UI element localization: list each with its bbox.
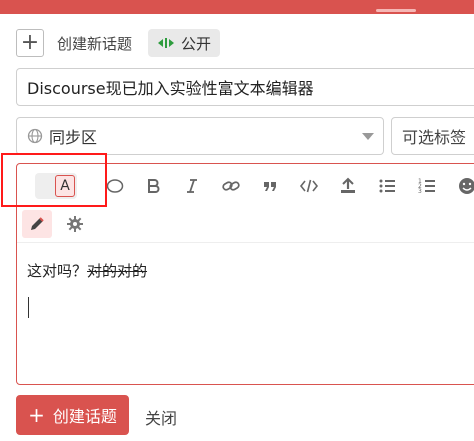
gear-icon[interactable] xyxy=(61,210,89,238)
tags-placeholder: 可选标签 xyxy=(402,128,467,147)
create-topic-button[interactable]: + 创建话题 xyxy=(16,395,129,435)
tags-selector[interactable]: 可选标签 xyxy=(391,117,474,155)
public-eye-icon xyxy=(158,38,175,48)
text-cursor xyxy=(28,297,29,318)
strikethrough-text: 对的对的 xyxy=(87,262,148,280)
editor-secondary-toolbar xyxy=(17,208,474,243)
svg-text:3: 3 xyxy=(418,188,422,195)
editor-content[interactable]: 这对吗？对的对的 xyxy=(27,260,147,281)
link-icon[interactable] xyxy=(218,173,244,199)
resize-handle[interactable] xyxy=(376,9,416,12)
pencil-icon[interactable] xyxy=(22,210,52,238)
bullet-list-icon[interactable] xyxy=(374,173,400,199)
category-value: 同步区 xyxy=(49,128,98,147)
topic-title-input[interactable]: Discourse现已加入实验性富文本编辑器 xyxy=(16,68,474,106)
emoji-icon[interactable] xyxy=(454,173,474,199)
create-topic-label: 创建话题 xyxy=(52,407,117,426)
topic-title-value: Discourse现已加入实验性富文本编辑器 xyxy=(27,79,314,98)
plus-icon: + xyxy=(28,403,45,427)
visibility-label: 公开 xyxy=(181,34,212,53)
action-label: 创建新话题 xyxy=(57,34,133,53)
numbered-list-icon[interactable]: 123 xyxy=(414,173,440,199)
italic-icon[interactable] xyxy=(179,173,205,199)
annotation-highlight-box xyxy=(1,153,107,207)
visibility-chip[interactable]: 公开 xyxy=(148,29,221,57)
globe-icon xyxy=(27,128,43,144)
quote-icon[interactable] xyxy=(257,173,283,199)
plain-text: 这对吗？ xyxy=(27,262,88,280)
chevron-down-icon xyxy=(362,133,374,140)
close-button[interactable]: 关闭 xyxy=(145,405,177,429)
category-selector[interactable]: 同步区 xyxy=(16,117,384,155)
bold-icon[interactable] xyxy=(140,173,166,199)
composer-header-row: + 创建新话题 公开 xyxy=(16,29,221,57)
upload-icon[interactable] xyxy=(335,173,361,199)
composer-top-bar xyxy=(0,0,474,14)
plus-icon[interactable]: + xyxy=(16,29,44,57)
code-icon[interactable] xyxy=(296,173,322,199)
